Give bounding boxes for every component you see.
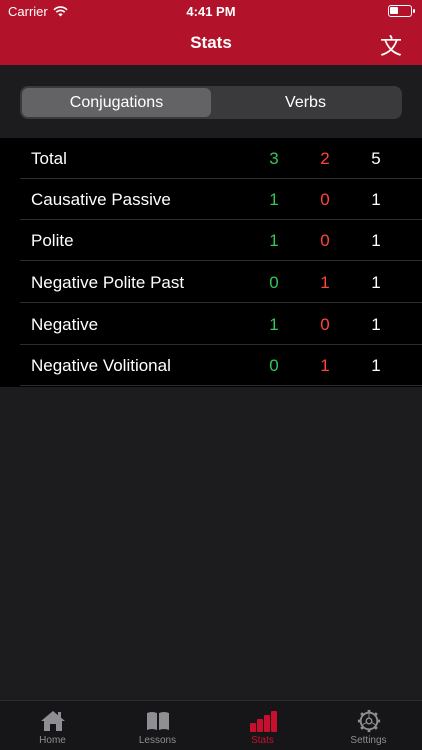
status-time: 4:41 PM bbox=[186, 4, 236, 19]
row-label: Polite bbox=[31, 230, 74, 250]
tab-label: Lessons bbox=[138, 735, 177, 746]
correct-count: 0 bbox=[269, 355, 279, 375]
wrong-count: 1 bbox=[320, 272, 330, 292]
stats-table: Total 3 2 5 Causative Passive 1 0 1 Poli… bbox=[0, 138, 422, 387]
stats-row-polite[interactable]: Polite 1 0 1 bbox=[0, 220, 422, 261]
wrong-count: 1 bbox=[320, 355, 330, 375]
total-count: 1 bbox=[371, 272, 381, 292]
correct-count: 1 bbox=[269, 230, 279, 250]
gear-icon bbox=[357, 709, 380, 733]
tab-bar: Home Lessons Stats Settings bbox=[0, 700, 422, 750]
tab-stats[interactable]: Stats bbox=[210, 701, 315, 750]
row-label: Negative Polite Past bbox=[31, 272, 185, 292]
row-label: Causative Passive bbox=[31, 189, 171, 209]
segment-verbs[interactable]: Verbs bbox=[211, 88, 400, 117]
row-label: Negative Volitional bbox=[31, 355, 171, 375]
home-icon bbox=[40, 711, 65, 731]
wrong-count: 0 bbox=[320, 314, 330, 334]
bar-chart-icon bbox=[249, 711, 277, 732]
total-count: 1 bbox=[371, 314, 381, 334]
stats-row-negative-volitional[interactable]: Negative Volitional 0 1 1 bbox=[0, 345, 422, 386]
stats-row-total[interactable]: Total 3 2 5 bbox=[0, 138, 422, 179]
stats-row-negative-polite-past[interactable]: Negative Polite Past 0 1 1 bbox=[0, 262, 422, 303]
wrong-count: 0 bbox=[320, 230, 330, 250]
total-count: 1 bbox=[371, 230, 381, 250]
correct-count: 3 bbox=[269, 148, 279, 168]
total-count: 5 bbox=[371, 148, 381, 168]
status-bar: Carrier 4:41 PM bbox=[0, 0, 422, 22]
kanji-button[interactable]: 文 bbox=[380, 29, 402, 61]
correct-count: 1 bbox=[269, 314, 279, 334]
segmented-control: Conjugations Verbs bbox=[20, 86, 402, 119]
segment-conjugations[interactable]: Conjugations bbox=[22, 88, 211, 117]
total-count: 1 bbox=[371, 189, 381, 209]
wrong-count: 0 bbox=[320, 189, 330, 209]
stats-row-negative[interactable]: Negative 1 0 1 bbox=[0, 304, 422, 345]
wrong-count: 2 bbox=[320, 148, 330, 168]
header-bar: Carrier 4:41 PM Stats 文 bbox=[0, 0, 422, 65]
tab-label: Settings bbox=[350, 735, 387, 746]
stats-row-causative-passive[interactable]: Causative Passive 1 0 1 bbox=[0, 179, 422, 220]
tab-settings[interactable]: Settings bbox=[316, 701, 421, 750]
book-icon bbox=[146, 712, 169, 730]
correct-count: 0 bbox=[269, 272, 279, 292]
tab-home[interactable]: Home bbox=[0, 701, 105, 750]
battery-icon bbox=[388, 5, 415, 17]
correct-count: 1 bbox=[269, 189, 279, 209]
page-title: Stats bbox=[190, 33, 232, 52]
row-label: Total bbox=[31, 148, 67, 168]
tab-label: Home bbox=[39, 735, 66, 746]
total-count: 1 bbox=[371, 355, 381, 375]
row-label: Negative bbox=[31, 314, 99, 334]
tab-label: Stats bbox=[251, 735, 274, 746]
tab-lessons[interactable]: Lessons bbox=[105, 701, 210, 750]
